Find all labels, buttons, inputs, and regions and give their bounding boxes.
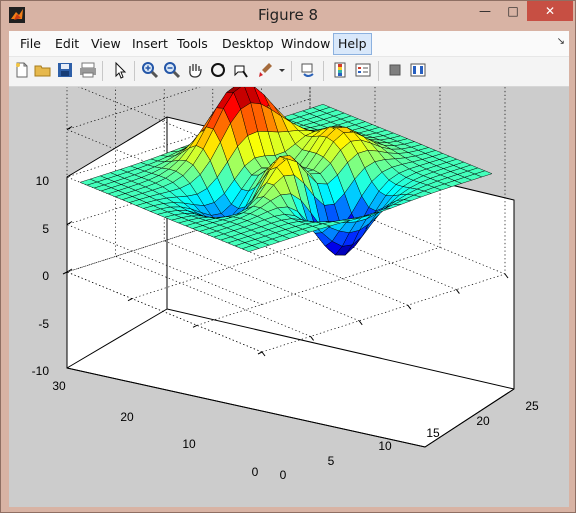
x-tick-label: 25 (525, 399, 539, 413)
edit-plot-arrow-icon[interactable] (111, 61, 129, 79)
z-tick-label: -10 (32, 364, 50, 378)
y-tick-label: 30 (52, 379, 66, 393)
z-tick-label: -5 (38, 317, 49, 331)
menu-bar: File Edit View Insert Tools Desktop Wind… (9, 31, 569, 57)
zoom-out-icon[interactable] (163, 61, 181, 79)
y-tick-label: 0 (252, 465, 259, 479)
y-tick-label: 20 (120, 410, 134, 424)
figure-canvas[interactable]: 10 5 0 -5 -10 30 20 10 0 0 5 10 15 20 25 (9, 87, 569, 507)
hide-plot-tools-icon[interactable] (386, 61, 404, 79)
print-icon[interactable] (79, 61, 97, 79)
z-tick-label: 5 (42, 222, 49, 236)
figure-toolbar (9, 57, 569, 87)
menu-dock-arrow-icon[interactable]: ↘ (557, 36, 565, 47)
minimize-button[interactable]: — (471, 1, 499, 21)
rotate-3d-icon[interactable] (209, 61, 227, 79)
menu-file[interactable]: File (16, 35, 45, 53)
x-tick-label: 5 (328, 454, 335, 468)
show-plot-tools-icon[interactable] (409, 61, 427, 79)
surface-plot[interactable]: 10 5 0 -5 -10 30 20 10 0 0 5 10 15 20 25 (9, 87, 569, 507)
x-tick-label: 10 (378, 439, 392, 453)
toolbar-separator (102, 61, 103, 81)
menu-window[interactable]: Window (277, 35, 334, 53)
menu-view[interactable]: View (87, 35, 125, 53)
toolbar-separator (323, 61, 324, 81)
z-tick-label: 0 (42, 269, 49, 283)
title-bar[interactable]: Figure 8 — □ ✕ (1, 1, 575, 31)
y-tick-mark (62, 271, 68, 275)
toolbar-separator (378, 61, 379, 81)
x-tick-label: 15 (426, 426, 440, 440)
maximize-button[interactable]: □ (500, 1, 526, 21)
open-file-icon[interactable] (34, 61, 52, 79)
close-button[interactable]: ✕ (527, 1, 573, 21)
menu-insert[interactable]: Insert (128, 35, 172, 53)
data-cursor-icon[interactable] (232, 61, 250, 79)
toolbar-separator (134, 61, 135, 81)
menu-desktop[interactable]: Desktop (218, 35, 278, 53)
pan-hand-icon[interactable] (186, 61, 204, 79)
z-tick-label: 10 (36, 174, 50, 188)
menu-edit[interactable]: Edit (51, 35, 83, 53)
x-tick-label: 0 (280, 468, 287, 482)
y-tick-label: 10 (182, 437, 196, 451)
legend-icon[interactable] (354, 61, 372, 79)
brush-dropdown-icon[interactable] (277, 61, 287, 79)
menu-help[interactable]: Help (333, 33, 372, 55)
figure-window: Figure 8 — □ ✕ File Edit View Insert Too… (0, 0, 576, 513)
colorbar-icon[interactable] (331, 61, 349, 79)
menu-tools[interactable]: Tools (173, 35, 212, 53)
toolbar-separator (291, 61, 292, 81)
x-tick-label: 20 (476, 414, 490, 428)
save-icon[interactable] (56, 61, 74, 79)
new-figure-icon[interactable] (13, 61, 31, 79)
zoom-in-icon[interactable] (141, 61, 159, 79)
link-plot-icon[interactable] (299, 61, 317, 79)
brush-icon[interactable] (257, 61, 275, 79)
